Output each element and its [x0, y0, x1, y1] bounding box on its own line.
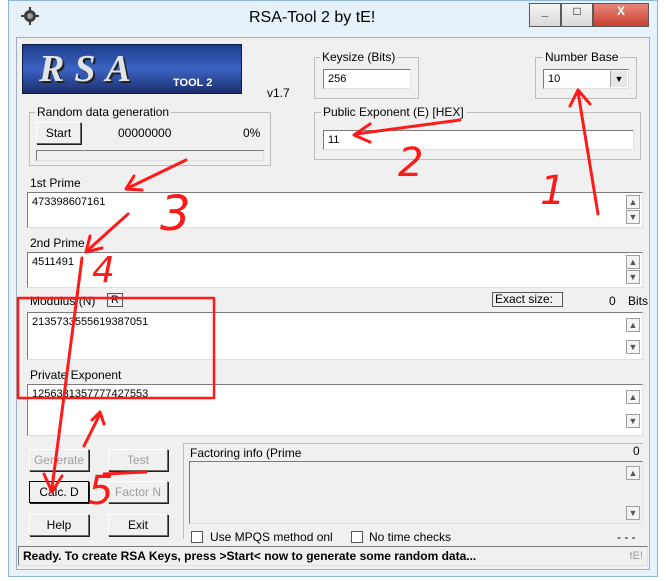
scroll-up-icon[interactable]: ▲ — [626, 255, 640, 269]
test-button[interactable]: Test — [108, 449, 168, 471]
minimize-button[interactable]: _ — [529, 3, 561, 27]
factor-n-button[interactable]: Factor N — [108, 481, 168, 503]
start-button[interactable]: Start — [36, 122, 81, 144]
public-exponent-input[interactable]: 11 — [323, 130, 634, 150]
logo-text: RSA — [39, 48, 141, 90]
scroll-down-icon[interactable]: ▼ — [626, 414, 640, 428]
factoring-output[interactable]: ▲ ▼ — [189, 461, 643, 524]
modulus-bits-label: Bits — [628, 294, 649, 308]
exit-button[interactable]: Exit — [108, 514, 168, 536]
status-text: Ready. To create RSA Keys, press >Start<… — [23, 549, 477, 563]
first-prime-field[interactable]: 473398607161 ▲ ▼ — [27, 192, 643, 228]
calc-d-button[interactable]: Calc. D — [29, 481, 89, 503]
number-base-value: 10 — [548, 73, 561, 85]
second-prime-scrollbar[interactable]: ▲ ▼ — [625, 254, 641, 286]
modulus-field[interactable]: 2135733555619387051 ▲ ▼ — [27, 312, 643, 360]
random-counter: 00000000 — [118, 126, 172, 140]
version-label: v1.7 — [267, 86, 290, 100]
factoring-divider — [183, 443, 184, 539]
window-title: RSA-Tool 2 by tE! — [249, 9, 376, 26]
private-exponent-label: Private Exponent — [30, 368, 122, 382]
mpqs-label: Use MPQS method onl — [210, 530, 333, 544]
second-prime-field[interactable]: 4511491 ▲ ▼ — [27, 252, 643, 288]
factoring-scrollbar[interactable]: ▲ ▼ — [625, 463, 641, 522]
random-progress-bar — [36, 150, 264, 161]
scroll-down-icon[interactable]: ▼ — [626, 270, 640, 284]
first-prime-scrollbar[interactable]: ▲ ▼ — [625, 194, 641, 226]
factoring-dashes: - - - — [617, 530, 636, 544]
random-label: Random data generation — [35, 105, 172, 119]
exact-size-button[interactable]: Exact size: — [492, 292, 563, 307]
modulus-value: 2135733555619387051 — [32, 316, 149, 328]
private-exponent-scrollbar[interactable]: ▲ ▼ — [625, 386, 641, 434]
generate-button[interactable]: Generate — [29, 449, 89, 471]
factoring-label: Factoring info (Prime — [190, 446, 302, 460]
modulus-r-button[interactable]: R — [107, 293, 123, 307]
mpqs-checkbox[interactable] — [191, 531, 203, 543]
client-area: RSA TOOL 2 v1.7 Keysize (Bits) 256 Numbe… — [16, 37, 650, 570]
keysize-input[interactable]: 256 — [323, 69, 411, 89]
logo-subtext: TOOL 2 — [173, 77, 213, 89]
scroll-up-icon[interactable]: ▲ — [626, 466, 640, 480]
number-base-label: Number Base — [543, 50, 621, 64]
private-exponent-value: 1256331357777427553 — [32, 388, 149, 400]
public-exponent-label: Public Exponent (E) [HEX] — [321, 105, 466, 119]
app-icon — [21, 7, 39, 25]
scroll-down-icon[interactable]: ▼ — [626, 210, 640, 224]
scroll-up-icon[interactable]: ▲ — [626, 390, 640, 404]
scroll-down-icon[interactable]: ▼ — [626, 506, 640, 520]
title-bar[interactable]: RSA-Tool 2 by tE! _ □ X — [9, 1, 659, 37]
close-button[interactable]: X — [593, 3, 649, 27]
first-prime-value: 473398607161 — [32, 196, 106, 208]
second-prime-value: 4511491 — [32, 256, 75, 268]
scroll-up-icon[interactable]: ▲ — [626, 195, 640, 209]
status-tag: tE! — [629, 550, 643, 562]
keysize-label: Keysize (Bits) — [320, 50, 398, 64]
scroll-down-icon[interactable]: ▼ — [626, 340, 640, 354]
status-bar: Ready. To create RSA Keys, press >Start<… — [18, 546, 648, 566]
main-window: RSA-Tool 2 by tE! _ □ X RSA TOOL 2 v1.7 … — [8, 0, 658, 577]
modulus-bits-value: 0 — [609, 294, 616, 308]
factoring-top-rule — [183, 443, 643, 444]
first-prime-label: 1st Prime — [30, 176, 81, 190]
chevron-down-icon[interactable]: ▼ — [610, 71, 627, 87]
no-time-checks-checkbox[interactable] — [351, 531, 363, 543]
random-percent: 0% — [243, 126, 261, 140]
no-time-checks-label: No time checks — [369, 530, 452, 544]
modulus-label: Modulus (N) — [30, 294, 96, 308]
factoring-count: 0 — [633, 444, 640, 458]
number-base-select[interactable]: 10 ▼ — [543, 69, 629, 89]
private-exponent-field[interactable]: 1256331357777427553 ▲ ▼ — [27, 384, 643, 436]
second-prime-label: 2nd Prime — [30, 236, 85, 250]
modulus-scrollbar[interactable]: ▲ ▼ — [625, 314, 641, 358]
help-button[interactable]: Help — [29, 514, 89, 536]
scroll-up-icon[interactable]: ▲ — [626, 318, 640, 332]
maximize-button[interactable]: □ — [561, 3, 593, 27]
rsa-logo: RSA TOOL 2 — [22, 44, 242, 94]
